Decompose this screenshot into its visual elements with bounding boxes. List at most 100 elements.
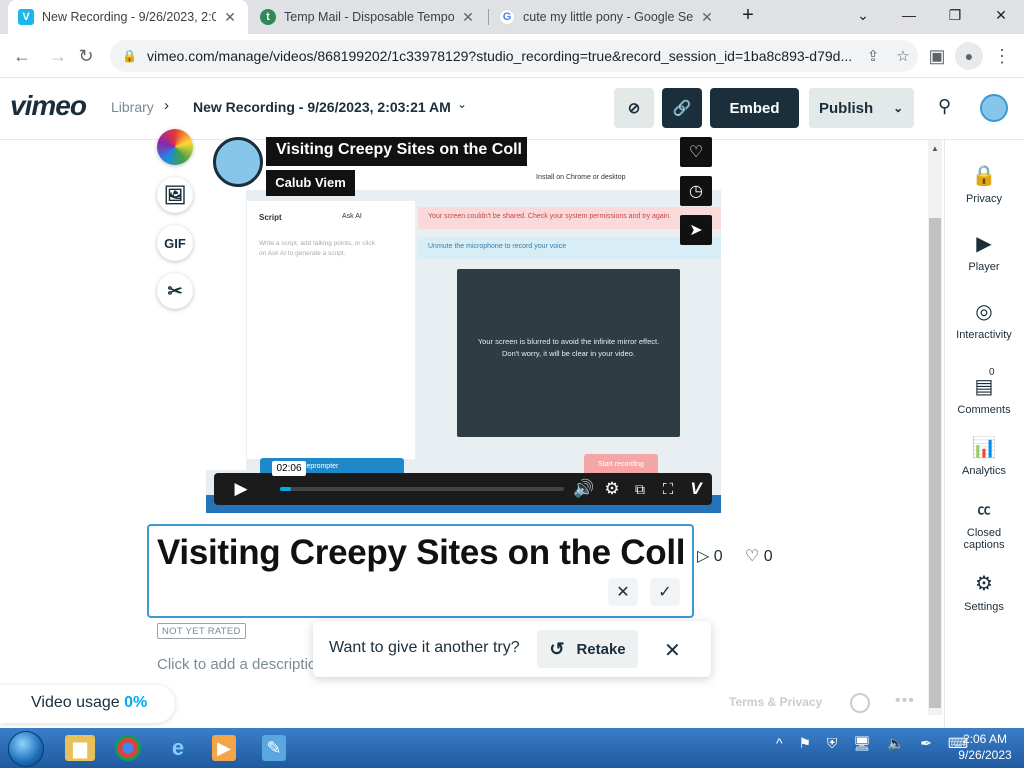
analytics-chart-icon: 📊 xyxy=(971,437,997,459)
rail-interactivity-label: Interactivity xyxy=(956,329,1012,341)
rail-player-label: Player xyxy=(968,261,1000,273)
retake-close-icon[interactable]: ✕ xyxy=(664,638,681,663)
more-options-icon[interactable]: ••• xyxy=(895,692,915,710)
confirm-edit-check-icon[interactable]: ✓ xyxy=(650,578,680,606)
reload-icon[interactable]: ↻ xyxy=(72,42,100,70)
tab-close-icon[interactable]: ✕ xyxy=(222,9,238,26)
rail-analytics[interactable]: 📊 Analytics xyxy=(944,436,1024,477)
browser-toolbar: ← → ↻ 🔒 vimeo.com/manage/videos/86819920… xyxy=(0,34,1024,78)
tab-close-icon[interactable]: ✕ xyxy=(460,9,476,26)
system-tray[interactable]: ^ ⚑ ⛨ 🖥 🔈 ✒ ⌨ xyxy=(776,735,974,752)
breadcrumb-video-title[interactable]: New Recording - 9/26/2023, 2:03:21 AM xyxy=(193,99,451,115)
tab-google-search[interactable]: G cute my little pony - Google Sea ✕ xyxy=(489,0,725,34)
cancel-edit-close-icon[interactable]: ✕ xyxy=(608,578,638,606)
breadcrumb-library[interactable]: Library xyxy=(111,99,154,115)
search-icon[interactable]: ⚲ xyxy=(938,96,951,117)
bookmark-star-icon[interactable]: ☆ xyxy=(888,47,918,65)
usage-percent: 0% xyxy=(124,694,148,711)
lock-icon: 🔒 xyxy=(122,49,137,63)
embedded-error-banner: Your screen couldn't be shared. Check yo… xyxy=(418,207,721,229)
vimeo-logo[interactable]: vimeo xyxy=(10,90,87,122)
video-overlay-author[interactable]: Calub Viem xyxy=(266,170,355,196)
hide-visibility-button[interactable]: ⊘ xyxy=(614,88,654,128)
minimize-button[interactable]: — xyxy=(886,0,932,30)
windows-start-button[interactable] xyxy=(8,731,44,767)
rail-closed-captions[interactable]: ㏄ Closed captions xyxy=(944,498,1024,551)
new-tab-button[interactable]: + xyxy=(733,0,763,30)
image-icon[interactable]: 🖼 xyxy=(157,177,193,213)
video-usage-pill[interactable]: Video usage 0% xyxy=(0,685,175,723)
snipping-tool-icon[interactable]: ✎ xyxy=(262,735,286,761)
tab-temp-mail[interactable]: t Temp Mail - Disposable Tempora ✕ xyxy=(250,0,486,34)
share-send-icon[interactable]: ➤ xyxy=(680,215,712,245)
back-arrow-icon[interactable]: ← xyxy=(8,42,36,70)
rail-interactivity[interactable]: ◎ Interactivity xyxy=(944,300,1024,341)
rail-player[interactable]: ▶ Player xyxy=(944,232,1024,273)
vimeo-favicon-icon: V xyxy=(18,9,34,25)
usage-label: Video usage xyxy=(31,694,125,711)
browser-menu-icon[interactable]: ⋮ xyxy=(988,42,1016,70)
rail-privacy[interactable]: 🔒 Privacy xyxy=(944,164,1024,205)
google-favicon-icon: G xyxy=(499,9,515,25)
embedded-install-label: Install on Chrome or desktop xyxy=(536,174,626,181)
settings-gear-icon[interactable]: ⚙ xyxy=(600,478,624,500)
pip-icon[interactable]: ⧉ xyxy=(628,478,652,500)
accessibility-icon[interactable] xyxy=(850,693,870,713)
tab-title: cute my little pony - Google Sea xyxy=(523,10,693,24)
plays-value: 0 xyxy=(713,548,723,565)
tab-new-recording[interactable]: V New Recording - 9/26/2023, 2:03 ✕ xyxy=(8,0,248,34)
internet-explorer-icon[interactable]: e xyxy=(163,735,193,761)
rating-badge[interactable]: NOT YET RATED xyxy=(157,623,246,639)
scrollbar-thumb[interactable] xyxy=(929,218,941,708)
vimeo-v-icon[interactable]: V xyxy=(684,478,708,500)
play-icon[interactable]: ▶ xyxy=(228,478,254,500)
fullscreen-icon[interactable]: ⛶ xyxy=(656,478,680,500)
user-avatar[interactable] xyxy=(980,94,1008,122)
chrome-icon[interactable] xyxy=(115,735,141,761)
description-placeholder[interactable]: Click to add a description xyxy=(157,656,317,673)
title-dropdown-chevron-icon[interactable]: ⌄ xyxy=(457,97,467,111)
gif-button[interactable]: GIF xyxy=(157,225,193,261)
video-overlay-title[interactable]: Visiting Creepy Sites on the Coll xyxy=(266,137,527,166)
copy-link-button[interactable]: 🔗 xyxy=(662,88,702,128)
scissors-icon[interactable]: ✂ xyxy=(157,273,193,309)
retake-label: Retake xyxy=(576,640,626,658)
rail-comments-label: Comments xyxy=(957,404,1011,416)
close-window-button[interactable]: ✕ xyxy=(978,0,1024,30)
scroll-up-arrow-icon[interactable]: ▲ xyxy=(931,144,939,153)
side-panel-icon[interactable]: ▣ xyxy=(923,42,951,70)
creator-avatar[interactable] xyxy=(213,137,263,187)
tab-search-chevron-icon[interactable]: ⌄ xyxy=(840,0,886,30)
tab-close-icon[interactable]: ✕ xyxy=(699,9,715,26)
page-scrollbar[interactable]: ▲ xyxy=(928,140,942,715)
restore-button[interactable]: ❐ xyxy=(932,0,978,30)
color-wheel-icon[interactable] xyxy=(157,129,193,165)
cc-icon: ㏄ xyxy=(977,502,991,517)
player-icon: ▶ xyxy=(976,233,992,255)
rail-comments[interactable]: ▤ Comments xyxy=(944,375,1024,416)
address-bar[interactable]: 🔒 vimeo.com/manage/videos/868199202/1c33… xyxy=(110,40,918,72)
media-player-icon[interactable]: ▶ xyxy=(212,735,236,761)
rail-settings[interactable]: ⚙ Settings xyxy=(944,572,1024,613)
like-heart-icon[interactable]: ♡ xyxy=(680,137,712,167)
share-icon[interactable]: ⇪ xyxy=(858,47,888,65)
watch-later-clock-icon[interactable]: ◷ xyxy=(680,176,712,206)
right-settings-rail xyxy=(944,140,1024,728)
forward-arrow-icon[interactable]: → xyxy=(44,42,72,70)
progress-bar[interactable] xyxy=(280,487,564,491)
publish-button[interactable]: Publish ⌄ xyxy=(809,88,914,128)
embed-button[interactable]: Embed xyxy=(710,88,799,128)
file-explorer-icon[interactable]: ▆ xyxy=(65,735,95,761)
profile-icon[interactable]: ● xyxy=(955,42,983,70)
taskbar-clock[interactable]: 2:06 AM 9/26/2023 xyxy=(955,731,1015,763)
retake-button[interactable]: ↺ Retake xyxy=(537,630,638,668)
publish-label: Publish xyxy=(819,99,874,117)
embedded-blur-message: Your screen is blurred to avoid the infi… xyxy=(465,336,672,360)
blur-line-1: Your screen is blurred to avoid the infi… xyxy=(477,337,660,346)
rail-captions-label-1: Closed xyxy=(966,527,1002,539)
embedded-script-placeholder: Write a script, add talking points, or c… xyxy=(259,240,375,257)
play-outline-icon: ▷ xyxy=(697,548,710,565)
terms-privacy-link[interactable]: Terms & Privacy xyxy=(729,695,822,709)
title-input[interactable]: Visiting Creepy Sites on the Coll xyxy=(157,533,685,573)
volume-icon[interactable]: 🔊 xyxy=(572,478,596,500)
